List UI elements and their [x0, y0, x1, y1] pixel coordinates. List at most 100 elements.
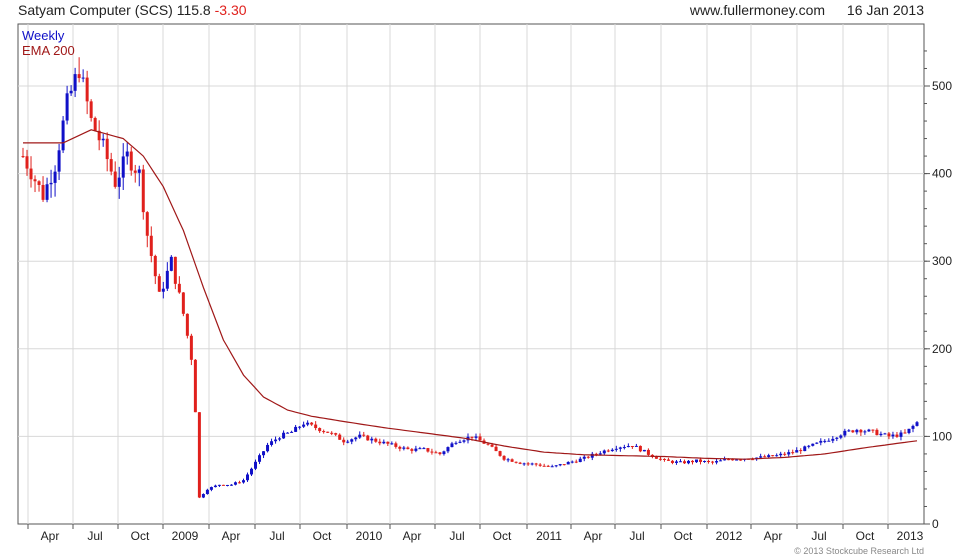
- candle-body: [622, 447, 626, 449]
- candle-body: [434, 452, 438, 454]
- candle-body: [390, 443, 394, 445]
- candle-body: [670, 460, 674, 463]
- candle-body: [81, 77, 85, 79]
- x-tick-label: Apr: [41, 529, 60, 543]
- candle-body: [690, 460, 694, 463]
- candle: [157, 273, 161, 292]
- candle-body: [205, 489, 209, 495]
- x-tick-label: Oct: [313, 529, 332, 543]
- x-tick-label: Apr: [403, 529, 422, 543]
- x-tick-label: Jul: [87, 529, 102, 543]
- candle: [93, 116, 97, 132]
- candle-body: [133, 170, 137, 173]
- y-tick-label: 0: [932, 517, 939, 531]
- candle-body: [225, 484, 229, 486]
- candle-body: [510, 459, 514, 462]
- candle-body: [630, 446, 634, 448]
- candle-body: [887, 433, 891, 437]
- candle: [61, 116, 65, 154]
- candle-body: [201, 494, 205, 498]
- x-tick-label: 2011: [536, 529, 562, 543]
- x-tick-label: Oct: [674, 529, 693, 543]
- candle-body: [362, 434, 366, 436]
- candle-body: [213, 485, 217, 488]
- candle-body: [382, 441, 386, 444]
- candle: [366, 434, 370, 441]
- y-tick-label: 200: [932, 342, 952, 356]
- candle-body: [250, 468, 254, 475]
- candle-body: [73, 74, 77, 91]
- candle-body: [141, 169, 145, 213]
- candle-body: [157, 276, 161, 292]
- candle-body: [446, 447, 450, 452]
- candle-body: [302, 424, 306, 427]
- candle-body: [915, 422, 919, 426]
- candle-body: [378, 441, 382, 444]
- candle-body: [189, 335, 193, 360]
- candle-body: [895, 434, 899, 437]
- legend-entry: EMA 200: [22, 43, 75, 58]
- candle-body: [125, 151, 129, 157]
- candle-body: [113, 171, 117, 187]
- candle-body: [598, 453, 602, 455]
- x-tick-label: Jul: [269, 529, 284, 543]
- candle: [803, 445, 807, 452]
- candle-body: [550, 466, 554, 468]
- candle-body: [177, 283, 181, 293]
- candle-body: [570, 461, 574, 463]
- candle-body: [418, 448, 422, 450]
- candle-body: [217, 484, 221, 486]
- candle-body: [642, 449, 646, 452]
- candle-body: [274, 439, 278, 442]
- candle-body: [558, 464, 562, 466]
- candle-body: [638, 445, 642, 452]
- candle-body: [254, 461, 258, 469]
- candle-body: [25, 156, 29, 169]
- candle: [169, 255, 173, 272]
- candle-body: [695, 459, 699, 463]
- candle-body: [394, 443, 398, 447]
- candle-body: [658, 458, 662, 460]
- candle-body: [823, 440, 827, 442]
- x-tick-label: Apr: [222, 529, 241, 543]
- candle-body: [715, 461, 719, 463]
- candle-body: [879, 433, 883, 436]
- candle-body: [462, 440, 466, 442]
- candle-body: [306, 422, 310, 425]
- candle: [498, 450, 502, 457]
- candle-body: [719, 460, 723, 462]
- candle-body: [129, 151, 133, 171]
- candle: [201, 493, 205, 499]
- candle-body: [165, 270, 169, 289]
- candle-body: [262, 451, 266, 456]
- candle-body: [258, 455, 262, 462]
- candle-body: [278, 438, 282, 440]
- candle-body: [137, 169, 141, 173]
- candle-body: [494, 446, 498, 452]
- candle-body: [654, 456, 658, 459]
- candle-body: [45, 184, 49, 200]
- candle-body: [454, 442, 458, 444]
- candle-body: [703, 460, 707, 462]
- candle-body: [145, 212, 149, 236]
- candle-body: [298, 426, 302, 428]
- candle-body: [422, 448, 426, 450]
- candle-body: [310, 422, 314, 425]
- candle-body: [779, 453, 783, 456]
- candle-body: [350, 439, 354, 442]
- candle-body: [478, 436, 482, 441]
- candle-body: [237, 482, 241, 484]
- candle-body: [346, 441, 350, 443]
- candle-body: [819, 440, 823, 443]
- candle-body: [739, 459, 743, 461]
- candle-body: [578, 458, 582, 463]
- candle-body: [85, 77, 89, 102]
- candle-body: [109, 159, 113, 172]
- candle-body: [534, 463, 538, 465]
- candle-body: [883, 433, 887, 435]
- candle-body: [522, 463, 526, 465]
- candle-body: [386, 441, 390, 444]
- candle-body: [566, 461, 570, 465]
- candle-body: [270, 441, 274, 445]
- candle-body: [827, 440, 831, 442]
